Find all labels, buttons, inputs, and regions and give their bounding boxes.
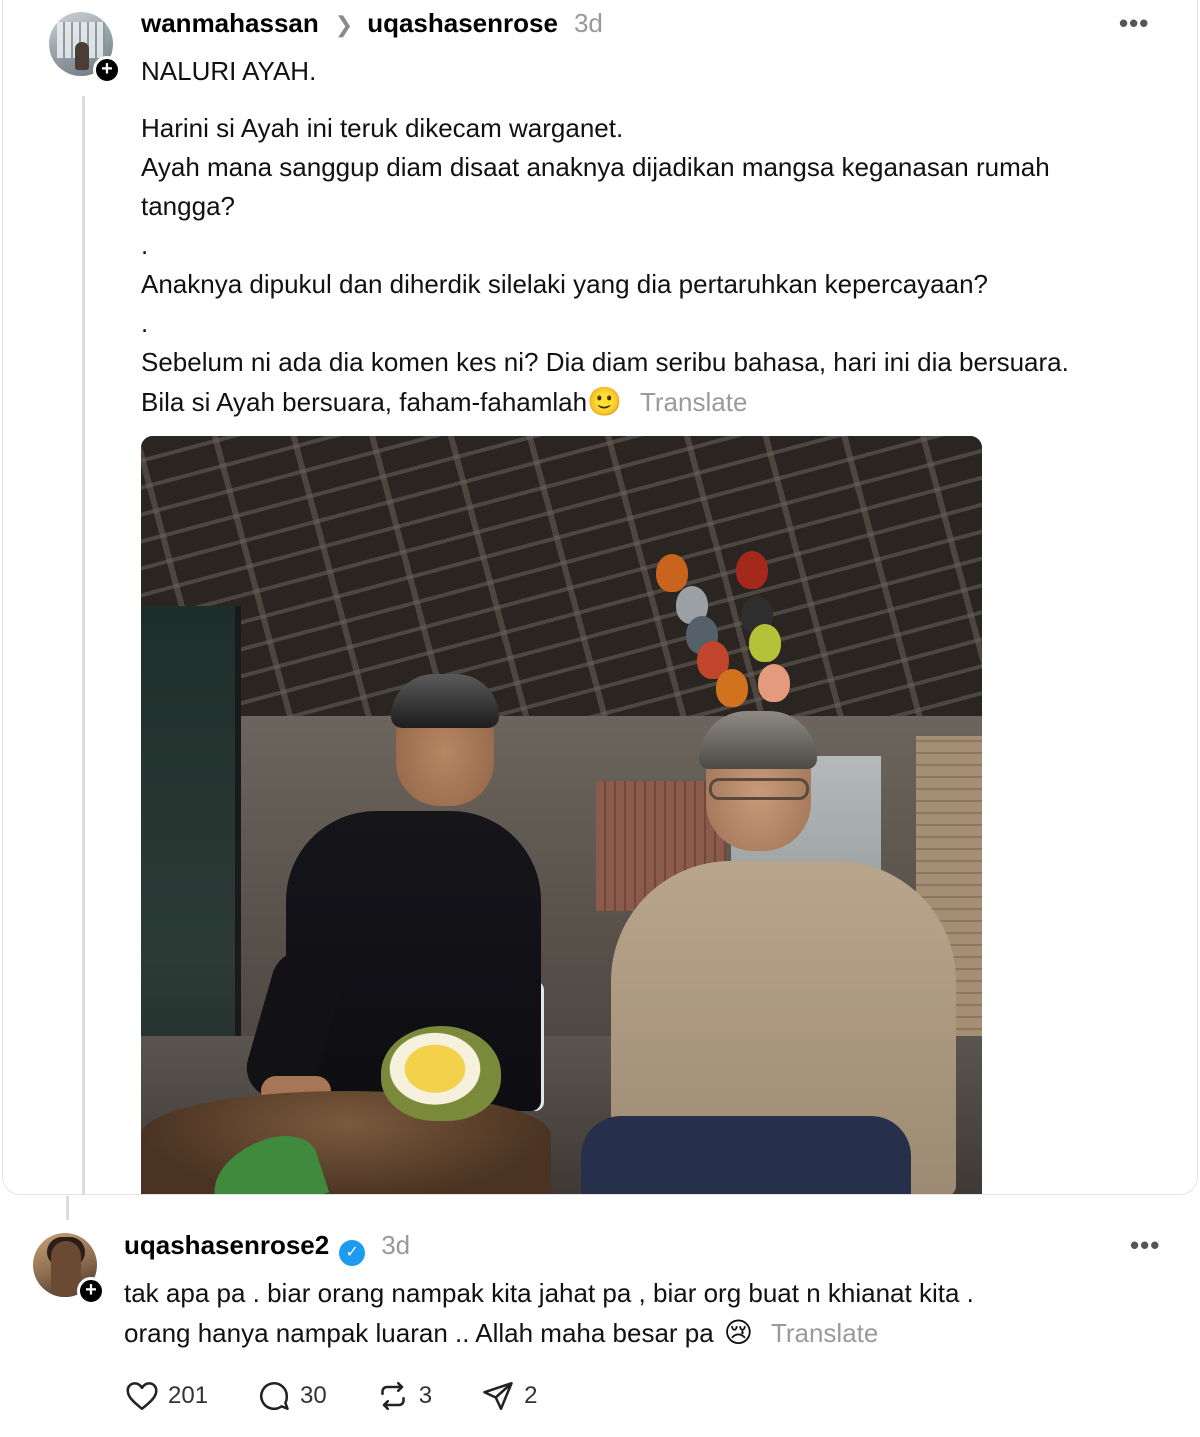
parent-post-text: NALURI AYAH.: [141, 52, 316, 91]
heart-icon: [126, 1382, 158, 1411]
post-line: orang hanya nampak luaran .. Allah maha …: [124, 1318, 714, 1348]
comment-button[interactable]: 30: [256, 1378, 327, 1414]
post-last-line: Bila si Ayah bersuara, faham-fahamlah🙂 Tr…: [141, 382, 1069, 422]
plus-icon[interactable]: +: [93, 56, 121, 84]
post-line: Sebelum ni ada dia komen kes ni? Dia dia…: [141, 347, 1069, 377]
repost-button[interactable]: 3: [375, 1378, 432, 1414]
chevron-right-icon: ❯: [334, 12, 354, 37]
comment-count: 30: [300, 1382, 327, 1409]
translate-link[interactable]: Translate: [640, 387, 747, 417]
author-username[interactable]: wanmahassan: [141, 8, 319, 39]
comment-icon: [260, 1382, 289, 1411]
post-actions: 201 30 3 2: [124, 1378, 585, 1414]
post-line: NALURI AYAH.: [141, 56, 317, 86]
thread-view: + wanmahassan ❯ uqashasenrose 3d ••• NAL…: [0, 0, 1200, 1437]
post-line: Harini si Ayah ini teruk dikecam wargane…: [141, 113, 624, 143]
thread-connector-line: [82, 96, 85, 1194]
post-line: Anaknya dipukul dan diherdik silelaki ya…: [141, 269, 988, 299]
post-time: 3d: [381, 1230, 411, 1260]
like-button[interactable]: 201: [124, 1378, 208, 1414]
parent-post-body: Harini si Ayah ini teruk dikecam wargane…: [141, 109, 1069, 422]
more-options-icon[interactable]: •••: [1119, 8, 1149, 39]
author-username[interactable]: uqashasenrose2: [124, 1230, 329, 1261]
post-time: 3d: [573, 8, 603, 38]
post-photo[interactable]: [141, 436, 982, 1194]
reply-avatar[interactable]: +: [33, 1233, 105, 1305]
post-last-line: orang hanya nampak luaran .. Allah maha …: [124, 1313, 974, 1353]
parent-post-card[interactable]: + wanmahassan ❯ uqashasenrose 3d ••• NAL…: [2, 0, 1198, 1195]
thread-connector-line: [66, 1196, 69, 1220]
parent-post-header: wanmahassan ❯ uqashasenrose 3d: [141, 8, 603, 39]
reply-post-body: tak apa pa . biar orang nampak kita jaha…: [124, 1274, 974, 1353]
share-button[interactable]: 2: [480, 1378, 537, 1414]
like-count: 201: [168, 1382, 209, 1409]
smile-emoji-icon: 🙂: [587, 385, 622, 418]
post-line: Ayah mana sanggup diam disaat anaknya di…: [141, 152, 1050, 182]
verified-badge-icon: ✓: [339, 1240, 366, 1266]
repost-icon: [380, 1381, 405, 1411]
share-count: 2: [524, 1382, 538, 1409]
reply-to-username[interactable]: uqashasenrose: [367, 8, 558, 39]
repost-count: 3: [418, 1382, 433, 1409]
send-icon: [483, 1381, 513, 1411]
translate-link[interactable]: Translate: [771, 1318, 878, 1348]
plus-icon[interactable]: +: [77, 1277, 105, 1305]
post-line: Bila si Ayah bersuara, faham-fahamlah: [141, 387, 588, 417]
post-line: .: [141, 230, 149, 260]
post-line: tak apa pa . biar orang nampak kita jaha…: [124, 1278, 974, 1308]
post-line: tangga?: [141, 191, 235, 221]
parent-avatar[interactable]: +: [49, 12, 121, 84]
post-line: .: [141, 308, 149, 338]
more-options-icon[interactable]: •••: [1130, 1230, 1160, 1261]
crying-emoji-icon: 😢: [723, 1316, 753, 1349]
reply-post-header: uqashasenrose2 ✓ 3d: [124, 1230, 411, 1266]
